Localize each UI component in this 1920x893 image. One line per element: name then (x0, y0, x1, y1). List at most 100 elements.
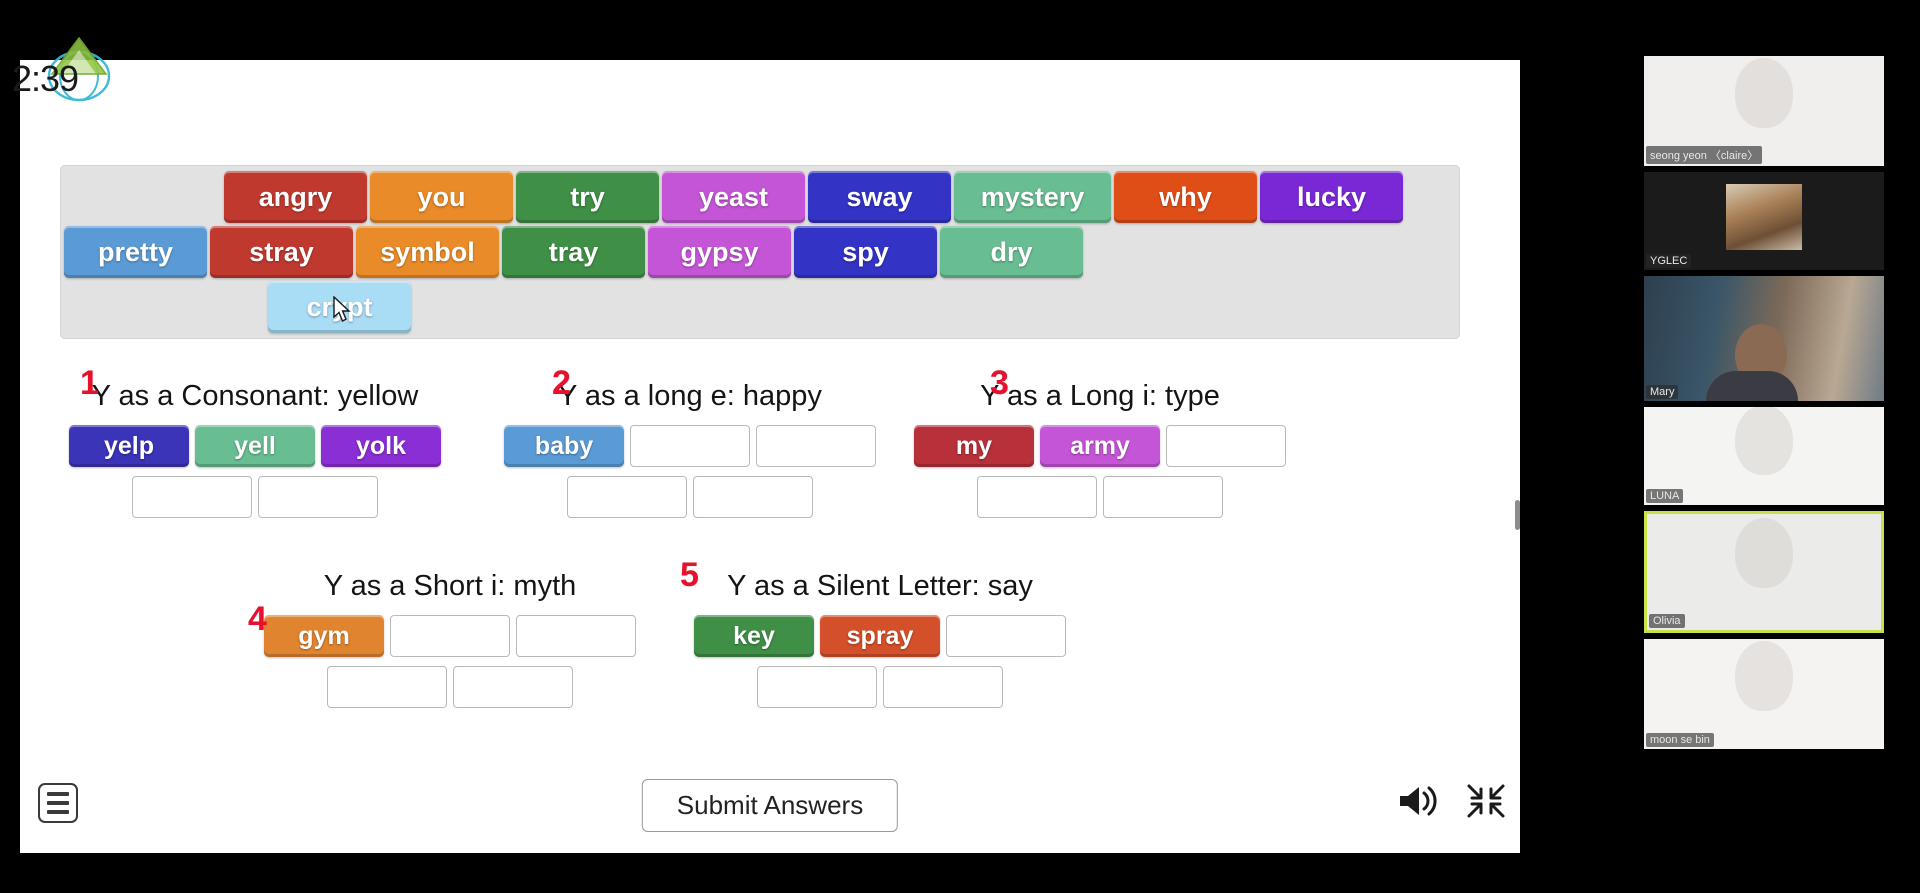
category-group-1: Y as a Consonant: yellow yelp yell yolk 1 (20, 364, 490, 527)
participant-face (1735, 518, 1793, 589)
answer-slot-row (132, 476, 378, 518)
empty-answer-slot[interactable] (258, 476, 378, 518)
participant-name-label: moon se bin (1646, 733, 1714, 747)
word-tile-pretty[interactable]: pretty (64, 226, 207, 278)
answer-slot-row: yelp yell yolk (69, 425, 441, 467)
placed-tile-army[interactable]: army (1040, 425, 1160, 467)
video-tile[interactable]: LUNA (1644, 407, 1884, 505)
placed-tile-my[interactable]: my (914, 425, 1034, 467)
empty-answer-slot[interactable] (630, 425, 750, 467)
word-tile-crypt[interactable]: crypt (268, 281, 411, 333)
word-tile-dry[interactable]: dry (940, 226, 1083, 278)
annotation-number-1: 1 (80, 364, 99, 402)
video-tile[interactable]: seong yeon 〈claire〉 (1644, 56, 1884, 166)
empty-answer-slot[interactable] (977, 476, 1097, 518)
participant-face (1735, 407, 1793, 476)
category-title: Y as a Silent Letter: say (727, 570, 1033, 602)
participant-name-label: LUNA (1646, 489, 1684, 503)
word-tile-you[interactable]: you (370, 171, 513, 223)
word-tile-try[interactable]: try (516, 171, 659, 223)
category-title: Y as a long e: happy (558, 380, 822, 412)
activity-board: angry you try yeast sway mystery why lucky prett… (20, 60, 1520, 853)
annotation-number-3: 3 (990, 364, 1009, 402)
participant-face (1735, 58, 1793, 129)
word-bank-row: angry you try yeast sway mystery why lucky (64, 171, 1456, 223)
placed-tile-baby[interactable]: baby (504, 425, 624, 467)
placed-tile-key[interactable]: key (694, 615, 814, 657)
participant-name-label: YGLEC (1646, 254, 1692, 268)
placed-tile-gym[interactable]: gym (264, 615, 384, 657)
speaker-volume-icon[interactable] (1396, 783, 1440, 824)
empty-answer-slot[interactable] (327, 666, 447, 708)
answer-slot-row (977, 476, 1223, 518)
empty-answer-slot[interactable] (693, 476, 813, 518)
menu-bar-1 (47, 792, 69, 796)
annotation-number-4: 4 (248, 600, 267, 638)
submit-answers-button[interactable]: Submit Answers (641, 779, 899, 832)
empty-answer-slot[interactable] (946, 615, 1066, 657)
placed-tile-yelp[interactable]: yelp (69, 425, 189, 467)
word-tile-sway[interactable]: sway (808, 171, 951, 223)
word-tile-yeast[interactable]: yeast (662, 171, 805, 223)
toolbar-right-icons (1396, 783, 1506, 824)
word-bank[interactable]: angry you try yeast sway mystery why lucky prett… (60, 165, 1460, 339)
word-tile-tray[interactable]: tray (502, 226, 645, 278)
menu-bar-3 (47, 810, 69, 814)
empty-answer-slot[interactable] (390, 615, 510, 657)
hamburger-menu-icon[interactable] (38, 783, 78, 823)
category-title: Y as a Consonant: yellow (91, 380, 419, 412)
answer-slot-row (567, 476, 813, 518)
annotation-number-2: 2 (552, 364, 571, 402)
empty-answer-slot[interactable] (1166, 425, 1286, 467)
word-tile-angry[interactable]: angry (224, 171, 367, 223)
answer-slot-row (327, 666, 573, 708)
word-tile-gypsy[interactable]: gypsy (648, 226, 791, 278)
answer-slot-row (757, 666, 1003, 708)
category-group-2: Y as a long e: happy baby 2 (490, 364, 890, 527)
placed-tile-spray[interactable]: spray (820, 615, 940, 657)
word-bank-row: crypt (64, 281, 1456, 333)
video-tile[interactable]: YGLEC (1644, 172, 1884, 270)
word-tile-why[interactable]: why (1114, 171, 1257, 223)
screen: angry you try yeast sway mystery why lucky prett… (0, 0, 1920, 893)
participant-body (1706, 371, 1799, 401)
participant-name-label: seong yeon 〈claire〉 (1646, 146, 1763, 164)
vertical-scrollbar[interactable] (1515, 500, 1520, 530)
empty-answer-slot[interactable] (567, 476, 687, 518)
annotation-number-5: 5 (680, 556, 699, 594)
placed-tile-yell[interactable]: yell (195, 425, 315, 467)
word-tile-mystery[interactable]: mystery (954, 171, 1111, 223)
video-tile[interactable]: Olivia (1644, 511, 1884, 633)
shared-photo (1726, 184, 1802, 251)
empty-answer-slot[interactable] (453, 666, 573, 708)
video-tile[interactable]: moon se bin (1644, 639, 1884, 749)
exit-fullscreen-icon[interactable] (1466, 783, 1506, 824)
empty-answer-slot[interactable] (1103, 476, 1223, 518)
category-group-4: Y as a Short i: myth gym 4 (230, 570, 670, 717)
answer-slot-row: gym (264, 615, 636, 657)
word-tile-lucky[interactable]: lucky (1260, 171, 1403, 223)
category-title: Y as a Short i: myth (323, 570, 577, 602)
category-title: Y as a Long i: type (980, 380, 1220, 412)
bottom-toolbar: Submit Answers (20, 767, 1520, 853)
word-bank-row: pretty stray symbol tray gypsy spy dry (64, 226, 1456, 278)
empty-answer-slot[interactable] (757, 666, 877, 708)
empty-answer-slot[interactable] (883, 666, 1003, 708)
participant-face (1735, 641, 1793, 712)
empty-answer-slot[interactable] (516, 615, 636, 657)
word-tile-symbol[interactable]: symbol (356, 226, 499, 278)
word-tile-stray[interactable]: stray (210, 226, 353, 278)
answer-slot-row: baby (504, 425, 876, 467)
video-participant-rail: seong yeon 〈claire〉 YGLEC Mary LUNA Olivia mo… (1608, 56, 1920, 846)
video-tile[interactable]: Mary (1644, 276, 1884, 401)
word-tile-spy[interactable]: spy (794, 226, 937, 278)
placed-tile-yolk[interactable]: yolk (321, 425, 441, 467)
category-group-5: Y as a Silent Letter: say key spray 5 (670, 556, 1090, 717)
empty-answer-slot[interactable] (132, 476, 252, 518)
menu-bar-2 (47, 801, 69, 805)
countdown-timer: 2:39 (12, 58, 79, 99)
answer-slot-row: key spray (694, 615, 1066, 657)
category-group-3: Y as a Long i: type my army 3 (890, 364, 1310, 527)
empty-answer-slot[interactable] (756, 425, 876, 467)
answer-slot-row: my army (914, 425, 1286, 467)
